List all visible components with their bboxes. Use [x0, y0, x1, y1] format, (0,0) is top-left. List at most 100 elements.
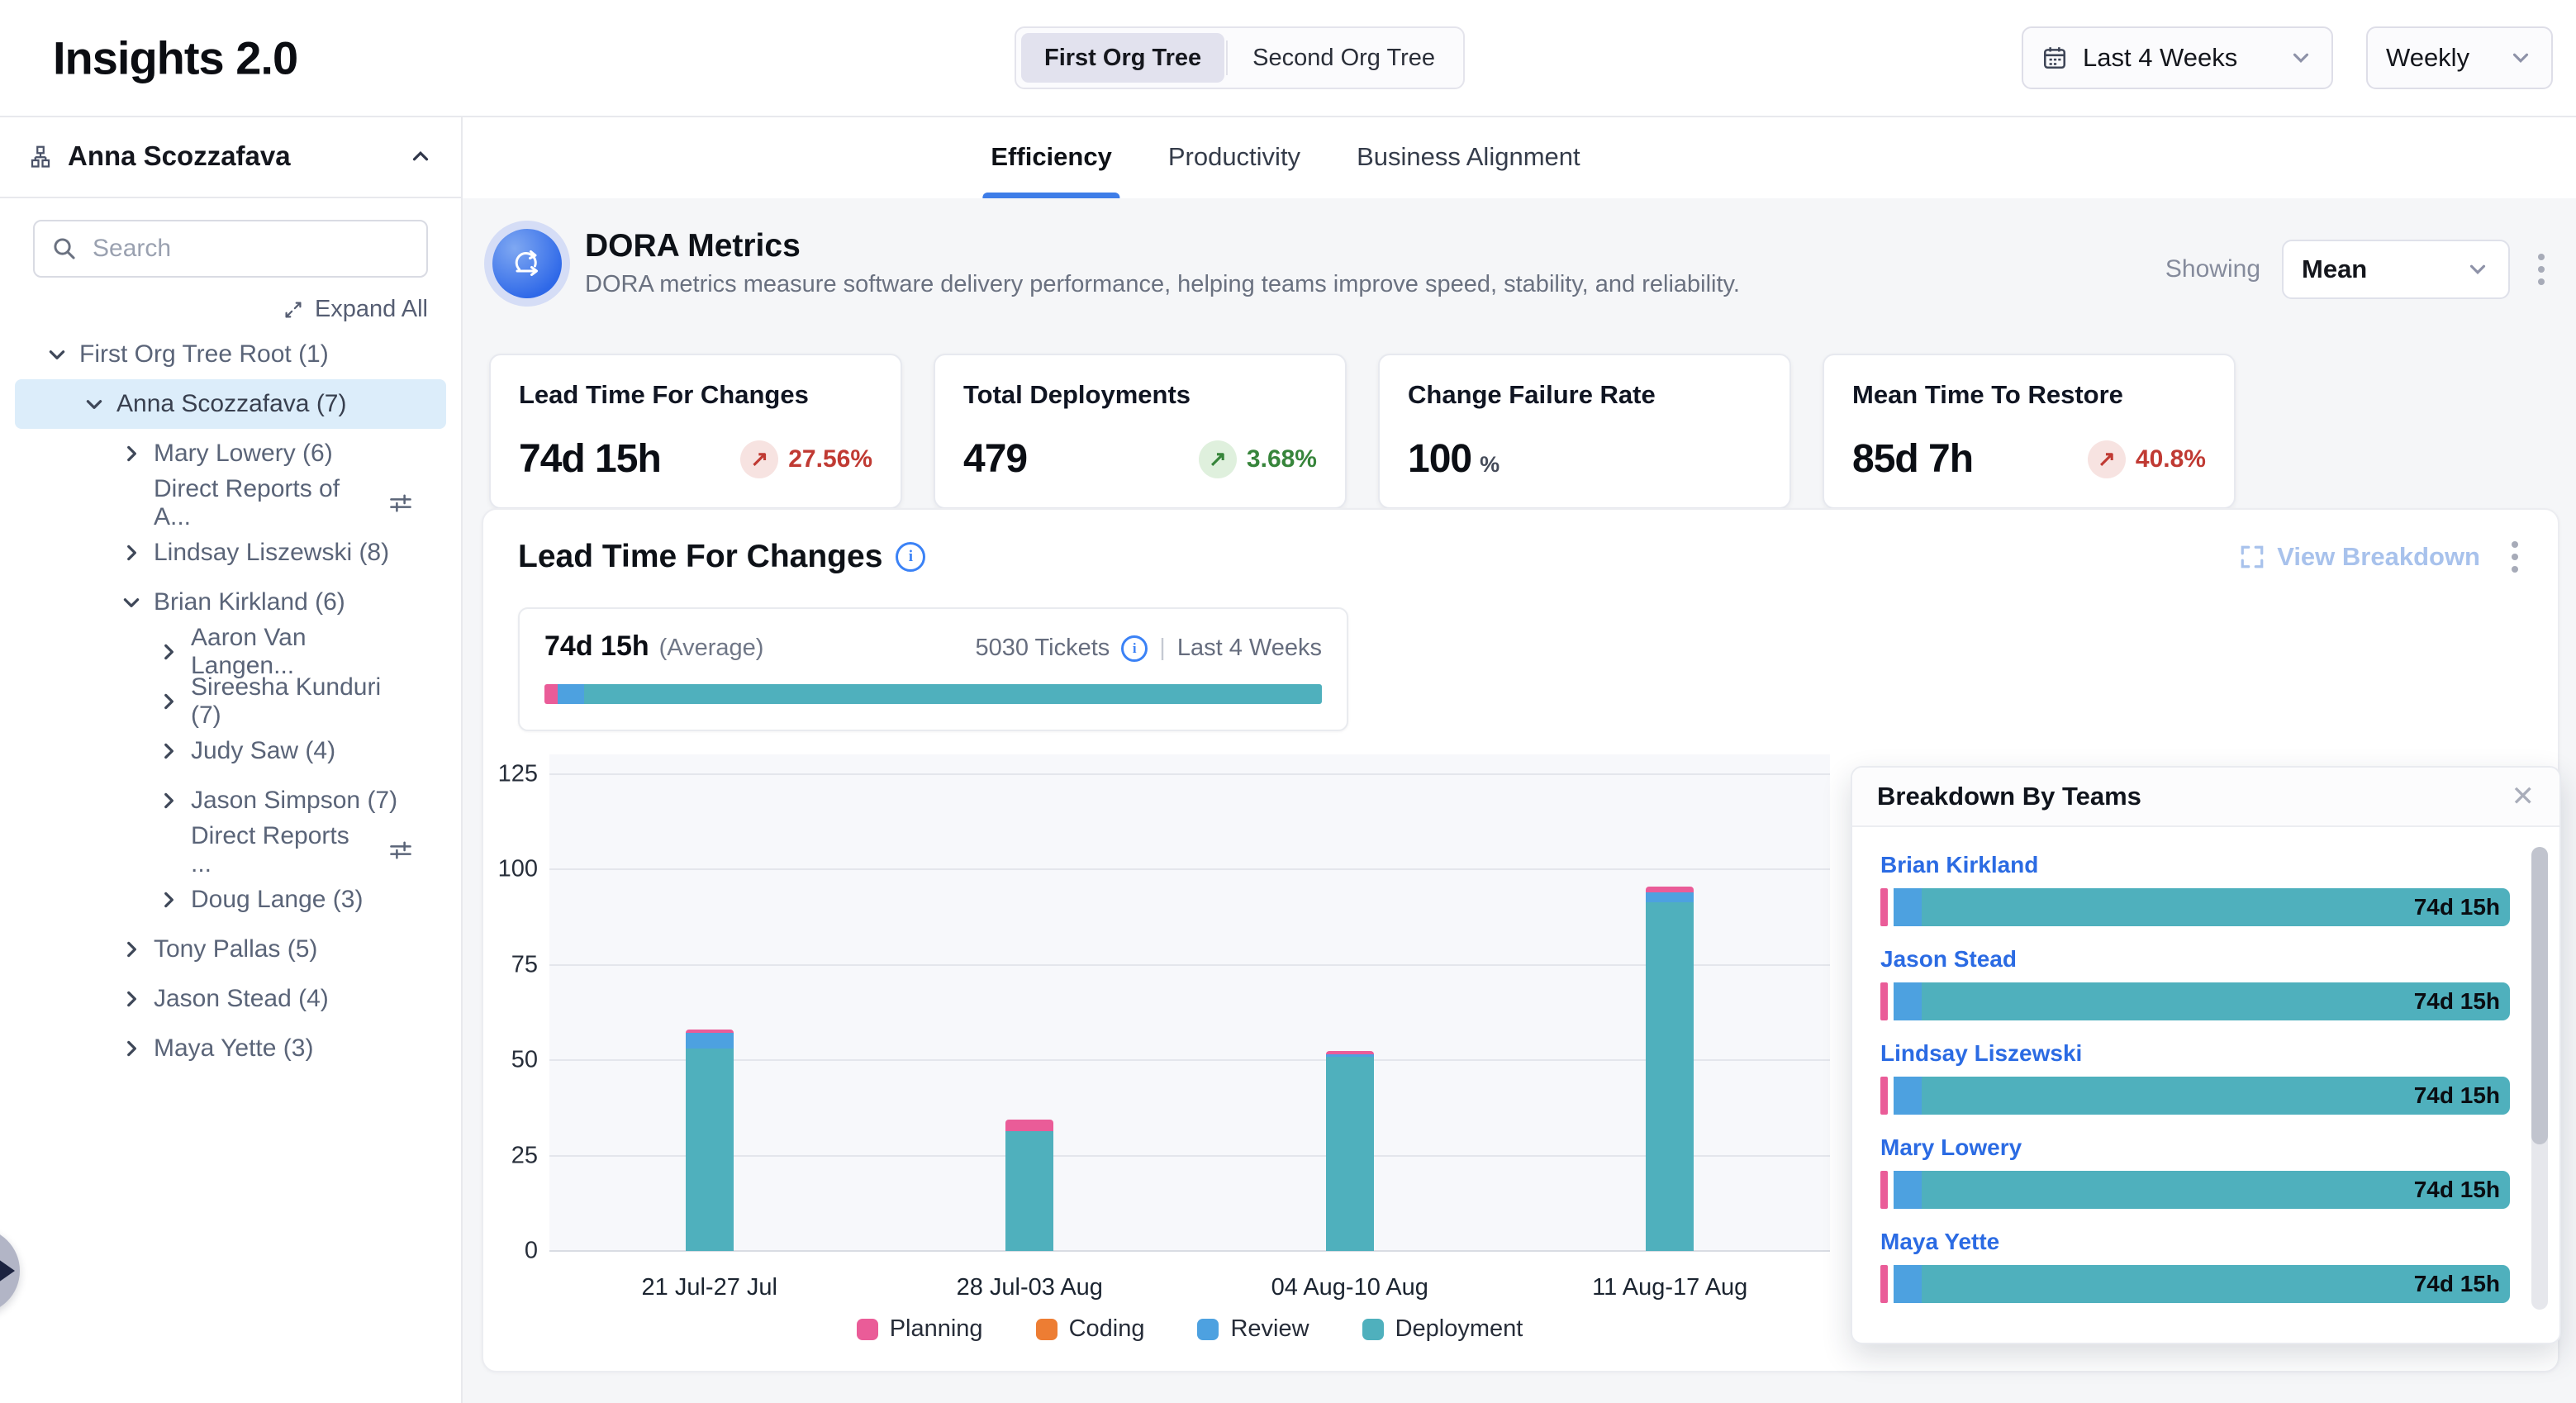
legend-label: Review: [1230, 1315, 1309, 1343]
team-link[interactable]: Lindsay Liszewski: [1880, 1040, 2510, 1067]
trend-delta: 40.8%: [2136, 445, 2206, 473]
chevron-down-icon[interactable]: [46, 344, 68, 365]
team-link[interactable]: Brian Kirkland: [1880, 852, 2510, 878]
legend-label: Planning: [890, 1315, 983, 1343]
team-value: 74d 15h: [2414, 894, 2500, 920]
team-stacked-bar: 74d 15h: [1880, 888, 2510, 926]
bar-segment-planning: [1880, 1265, 1888, 1303]
chevron-right-icon[interactable]: [158, 740, 179, 762]
expand-all-button[interactable]: Expand All: [33, 296, 428, 323]
team-link[interactable]: Mary Lowery: [1880, 1134, 2510, 1161]
tree-item[interactable]: Anna Scozzafava (7): [15, 379, 446, 429]
chevron-down-icon[interactable]: [83, 393, 105, 415]
metric-card: Change Failure Rate100%: [1378, 354, 1791, 509]
y-tick-label: 0: [525, 1238, 538, 1265]
stacked-bar[interactable]: [1005, 1120, 1053, 1251]
chevron-right-icon[interactable]: [158, 790, 179, 811]
dora-title: DORA Metrics: [585, 228, 1740, 264]
topbar-controls: Last 4 Weeks Weekly: [2022, 26, 2553, 89]
tree-item-label: Direct Reports ...: [191, 822, 377, 878]
aggregation-select[interactable]: Mean: [2282, 240, 2510, 299]
view-breakdown-button[interactable]: View Breakdown: [2239, 542, 2480, 572]
stacked-bar[interactable]: [1646, 887, 1694, 1251]
tree-item[interactable]: Lindsay Liszewski (8): [15, 528, 446, 578]
team-value: 74d 15h: [2414, 988, 2500, 1015]
metric-value-row: 74d 15h↗27.56%: [519, 436, 872, 482]
tree-item[interactable]: Direct Reports of A...: [15, 478, 446, 528]
tree-item-label: Lindsay Liszewski (8): [154, 539, 389, 567]
search-input[interactable]: [91, 234, 410, 264]
team-link[interactable]: Maya Yette: [1880, 1229, 2510, 1255]
tree-item[interactable]: Brian Kirkland (6): [15, 578, 446, 627]
tree-item-label: Maya Yette (3): [154, 1034, 313, 1063]
org-tree-toggle-option[interactable]: Second Org Tree: [1229, 33, 1458, 83]
app-title: Insights 2.0: [53, 31, 297, 85]
info-icon[interactable]: i: [1121, 635, 1148, 662]
y-tick-label: 100: [498, 856, 538, 883]
gridline: [549, 1155, 1830, 1157]
chevron-up-icon[interactable]: [408, 144, 433, 169]
chart-menu-button[interactable]: [2505, 535, 2525, 579]
tree-item[interactable]: Maya Yette (3): [15, 1024, 446, 1073]
tree-item[interactable]: First Org Tree Root (1): [15, 330, 446, 379]
divider: |: [1159, 635, 1166, 662]
chevron-down-icon[interactable]: [121, 592, 142, 613]
trend-badge: ↗3.68%: [1199, 440, 1317, 478]
stacked-bar[interactable]: [686, 1030, 734, 1251]
tree-item-label: Jason Stead (4): [154, 985, 329, 1013]
org-tree-toggle-option[interactable]: First Org Tree: [1021, 33, 1224, 83]
metric-value: 85d 7h: [1852, 436, 1973, 482]
tree-item-label: Direct Reports of A...: [154, 475, 377, 531]
chevron-right-icon[interactable]: [121, 939, 142, 960]
filter-sliders-icon[interactable]: [388, 838, 413, 863]
sidebar-search[interactable]: [33, 220, 428, 278]
tree-item-label: First Org Tree Root (1): [79, 340, 329, 369]
close-icon[interactable]: ✕: [2512, 782, 2536, 811]
tree-item[interactable]: Judy Saw (4): [15, 726, 446, 776]
tab-efficiency[interactable]: Efficiency: [986, 116, 1116, 198]
chevron-right-icon[interactable]: [121, 443, 142, 464]
chevron-right-icon[interactable]: [121, 542, 142, 564]
filter-sliders-icon[interactable]: [388, 491, 413, 516]
chevron-right-icon[interactable]: [158, 889, 179, 911]
tree-item[interactable]: Mary Lowery (6): [15, 429, 446, 478]
chevron-right-icon[interactable]: [158, 691, 179, 712]
scrollbar-thumb[interactable]: [2531, 847, 2548, 1144]
search-icon: [51, 235, 78, 262]
y-tick-label: 125: [498, 761, 538, 788]
metric-title: Total Deployments: [963, 380, 1317, 410]
date-range-value: Last 4 Weeks: [2083, 43, 2237, 73]
x-tick-label: 11 Aug-17 Aug: [1592, 1274, 1747, 1301]
tree-item[interactable]: Tony Pallas (5): [15, 925, 446, 974]
tree-item[interactable]: Sireesha Kunduri (7): [15, 677, 446, 726]
chevron-right-icon[interactable]: [121, 988, 142, 1010]
tree-item[interactable]: Jason Simpson (7): [15, 776, 446, 825]
chevron-right-icon[interactable]: [121, 1038, 142, 1059]
tab-business-alignment[interactable]: Business Alignment: [1352, 116, 1585, 198]
dora-cycle-icon: [492, 229, 562, 298]
metric-value-row: 479↗3.68%: [963, 436, 1317, 482]
tree-item-label: Jason Simpson (7): [191, 787, 397, 815]
chevron-right-icon[interactable]: [158, 641, 179, 663]
org-tree: First Org Tree Root (1) Anna Scozzafava (…: [0, 330, 461, 1073]
dora-menu-button[interactable]: [2531, 247, 2551, 292]
plot-area: [549, 754, 1830, 1251]
bar-segment-deployment: [1646, 902, 1694, 1251]
tree-item[interactable]: Doug Lange (3): [15, 875, 446, 925]
legend-label: Deployment: [1395, 1315, 1523, 1343]
segment-divider: [1226, 40, 1228, 75]
tree-item[interactable]: Aaron Van Langen...: [15, 627, 446, 677]
org-tree-icon: [28, 144, 53, 169]
stacked-bar[interactable]: [1326, 1051, 1374, 1251]
bar-segment-deployment: [1326, 1057, 1374, 1251]
info-icon[interactable]: i: [896, 542, 925, 572]
team-stacked-bar: 74d 15h: [1880, 1265, 2510, 1303]
bar-segment-deployment: 74d 15h: [1922, 1265, 2510, 1303]
granularity-select[interactable]: Weekly: [2366, 26, 2553, 89]
tree-item[interactable]: Direct Reports ...: [15, 825, 446, 875]
team-link[interactable]: Jason Stead: [1880, 946, 2510, 973]
date-range-select[interactable]: Last 4 Weeks: [2022, 26, 2333, 89]
tab-productivity[interactable]: Productivity: [1163, 116, 1305, 198]
trend-up-arrow-icon: ↗: [1199, 440, 1237, 478]
tree-item[interactable]: Jason Stead (4): [15, 974, 446, 1024]
